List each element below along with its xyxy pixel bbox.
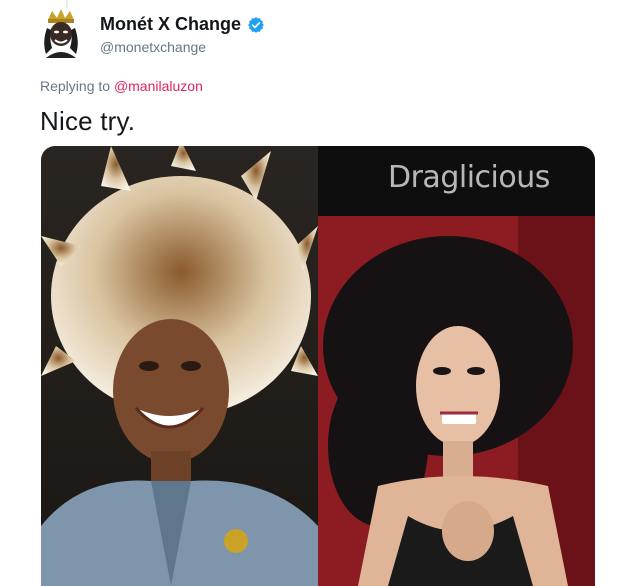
drag-performer-photo-icon <box>318 146 595 586</box>
concert-performer-photo-icon <box>41 146 318 586</box>
replying-to-label: Replying to <box>40 78 111 94</box>
avatar-crowned-portrait-icon <box>38 8 84 58</box>
verified-badge-icon <box>247 16 265 34</box>
author-display-name[interactable]: Monét X Change <box>100 14 241 35</box>
left-media-photo[interactable] <box>41 146 318 586</box>
replying-to-line: Replying to @manilaluzon <box>40 78 203 94</box>
thread-connector-line <box>66 0 68 8</box>
draglicious-watermark-logo: Draglicious <box>388 160 550 195</box>
reply-mention-link[interactable]: @manilaluzon <box>114 78 203 94</box>
tweet-media-grid[interactable]: Draglicious <box>41 146 595 586</box>
author-avatar[interactable] <box>38 8 84 58</box>
author-handle[interactable]: @monetxchange <box>100 39 206 55</box>
author-name-row[interactable]: Monét X Change <box>100 14 265 35</box>
tweet-text: Nice try. <box>40 106 136 136</box>
right-media-photo[interactable]: Draglicious <box>318 146 595 586</box>
